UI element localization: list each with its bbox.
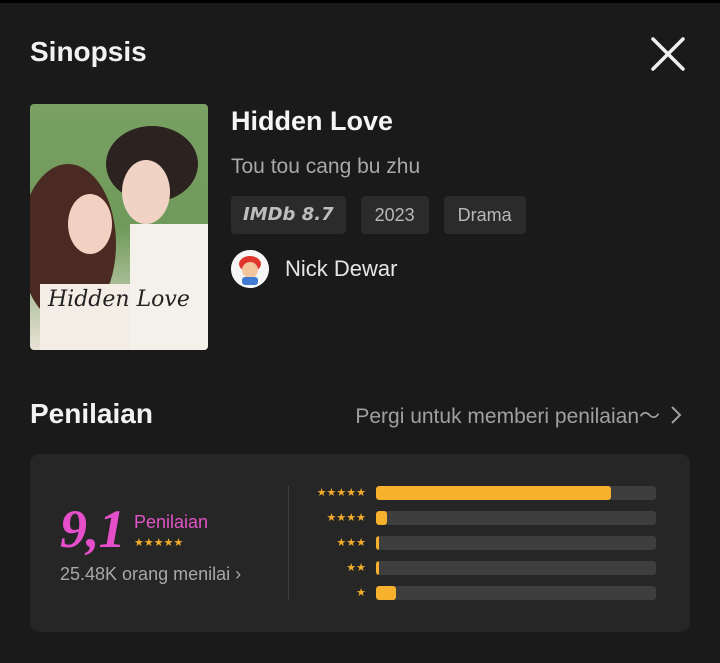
star-level-icon: ★: [356, 587, 366, 599]
poster-image: Hidden Love: [30, 104, 208, 350]
movie-title: Hidden Love: [231, 106, 394, 136]
rating-stars-icon: ★★★★★: [134, 537, 184, 549]
rating-bar-row: ★★★: [310, 534, 656, 559]
movie-tags: IMDb 8.7 2023 Drama: [231, 196, 526, 234]
star-level-icon: ★★★★★: [316, 487, 366, 499]
genre-chip[interactable]: Drama: [443, 196, 526, 234]
star-level-icon: ★★★★: [326, 512, 366, 524]
chevron-right-icon: [671, 406, 682, 424]
star-level-icon: ★★: [346, 562, 366, 574]
rating-bar-row: ★★★★: [310, 509, 656, 534]
close-icon: [651, 37, 685, 71]
imdb-chip: IMDb 8.7: [231, 196, 346, 234]
top-edge: [0, 0, 720, 3]
movie-original-title: Tou tou cang bu zhu: [231, 155, 421, 178]
rating-bar-track: [376, 486, 656, 500]
rating-card: 9,1 Penilaian ★★★★★ 25.48K orang menilai…: [30, 454, 690, 632]
give-rating-label: Pergi untuk memberi penilaian～: [355, 405, 660, 428]
rating-distribution: ★★★★★ ★★★★ ★★★ ★★ ★: [310, 484, 656, 609]
movie-poster[interactable]: Hidden Love: [30, 104, 208, 350]
rating-bar-row: ★★★★★: [310, 484, 656, 509]
voters-count-link[interactable]: 25.48K orang menilai ›: [60, 564, 241, 585]
director-name: Nick Dewar: [285, 256, 398, 281]
rating-score: 9,1: [60, 499, 125, 559]
close-button[interactable]: [648, 34, 688, 74]
director-link[interactable]: Nick Dewar: [231, 250, 397, 288]
page-title: Sinopsis: [30, 36, 147, 67]
avatar: [231, 250, 269, 288]
rating-section-title: Penilaian: [30, 398, 153, 429]
rating-bar-track: [376, 586, 656, 600]
rating-bar-row: ★★: [310, 559, 656, 584]
divider: [288, 486, 289, 600]
rating-bar-fill: [376, 586, 396, 600]
rating-bar-fill: [376, 561, 380, 575]
star-level-icon: ★★★: [336, 537, 366, 549]
year-chip: 2023: [360, 196, 429, 234]
give-rating-link[interactable]: Pergi untuk memberi penilaian～: [355, 400, 682, 430]
rating-bar-fill: [376, 536, 380, 550]
rating-bar-track: [376, 536, 656, 550]
rating-bar-fill: [376, 511, 388, 525]
rating-bar-track: [376, 561, 656, 575]
rating-bar-track: [376, 511, 656, 525]
rating-bar-row: ★: [310, 584, 656, 609]
rating-score-label: Penilaian: [134, 512, 209, 532]
poster-title-text: Hidden Love: [47, 287, 190, 312]
rating-bar-fill: [376, 486, 612, 500]
